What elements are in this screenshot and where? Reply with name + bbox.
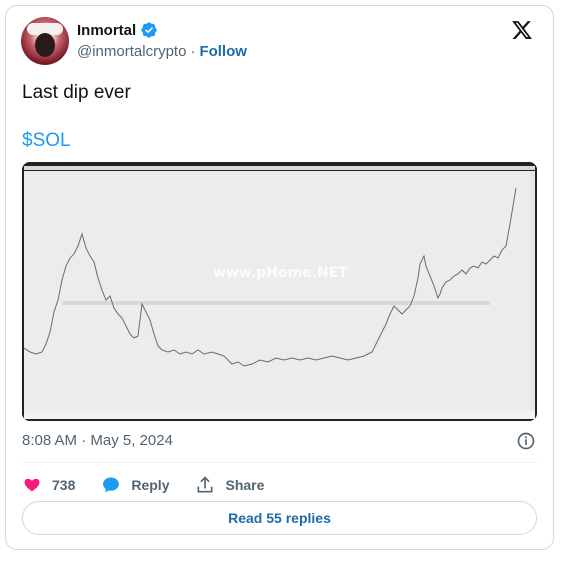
tweet-card: Inmortal @inmortalcrypto · Follow Last d… (5, 5, 554, 550)
info-icon[interactable] (516, 431, 536, 451)
like-count: 738 (52, 477, 76, 493)
name-row: Inmortal (77, 21, 158, 39)
reply-label: Reply (131, 477, 170, 493)
read-replies-button[interactable]: Read 55 replies (22, 501, 537, 535)
handle[interactable]: @inmortalcrypto (77, 43, 186, 60)
verified-badge-icon (141, 22, 157, 38)
x-logo-icon[interactable] (510, 19, 534, 41)
reply-button[interactable]: Reply (101, 475, 169, 495)
display-name[interactable]: Inmortal (77, 22, 136, 39)
cashtag-link[interactable]: $SOL (22, 130, 71, 152)
handle-row: @inmortalcrypto · Follow (77, 43, 247, 60)
media-watermark: www.pHome.NET (213, 265, 348, 281)
tweet-header: Inmortal @inmortalcrypto · Follow (21, 17, 541, 73)
reply-bubble-icon (103, 477, 120, 493)
divider (22, 462, 539, 463)
avatar-face (35, 33, 55, 57)
share-upload-icon (197, 476, 213, 493)
share-button[interactable]: Share (195, 475, 264, 495)
follow-button[interactable]: Follow (199, 43, 247, 60)
heart-icon (24, 478, 40, 492)
like-button[interactable]: 738 (22, 475, 75, 495)
tweet-text: Last dip ever (22, 82, 131, 103)
tweet-actions: 738 Reply Share (22, 472, 290, 498)
tweet-timestamp[interactable]: 8:08 AM · May 5, 2024 (22, 432, 173, 449)
share-label: Share (225, 477, 265, 493)
avatar[interactable] (21, 17, 69, 65)
tweet-media-chart-image[interactable]: www.pHome.NET (22, 162, 537, 421)
separator-dot: · (190, 43, 196, 60)
chart-image-svg: www.pHome.NET (22, 162, 537, 421)
